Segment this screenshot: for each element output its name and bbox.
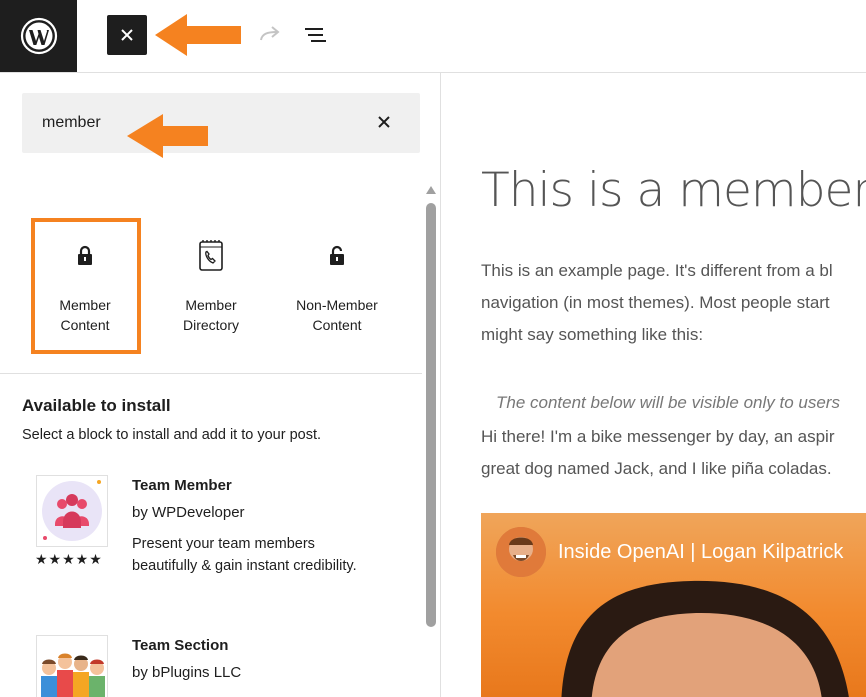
search-input-value[interactable]: member: [42, 114, 101, 132]
plugin-rating-stars: ★★★★★: [35, 551, 103, 567]
available-to-install-heading: Available to install: [22, 396, 171, 415]
directory-book-icon: [199, 240, 223, 271]
plugin-title: Team Member: [132, 477, 232, 494]
team-section-people-icon: [37, 636, 107, 697]
list-view-button[interactable]: [300, 20, 330, 50]
block-label-line: Content: [60, 317, 110, 333]
scrollbar-thumb[interactable]: [426, 203, 436, 627]
plugin-author: by bPlugins LLC: [132, 664, 242, 681]
wordpress-logo-button[interactable]: [0, 0, 77, 72]
close-icon: [121, 29, 133, 41]
plugin-thumbnail: [36, 635, 108, 697]
channel-avatar: [496, 527, 546, 577]
plugin-thumbnail: [36, 475, 108, 547]
block-inserter-panel: member Member Content Member Directory N…: [0, 73, 441, 697]
video-embed[interactable]: Inside OpenAI | Logan Kilpatrick: [481, 513, 866, 697]
team-member-logo-icon: [42, 480, 102, 541]
plugin-description: Present your team members beautifully & …: [132, 536, 357, 574]
avatar-face-icon: [496, 527, 546, 577]
clear-search-button[interactable]: [372, 110, 396, 134]
page-title[interactable]: This is a members-o: [481, 163, 866, 218]
redo-button[interactable]: [255, 20, 285, 50]
paragraph-line[interactable]: might say something like this:: [481, 319, 703, 351]
block-label-line: Directory: [182, 317, 239, 333]
member-content-note[interactable]: The content below will be visible only t…: [496, 387, 840, 419]
plugin-author: by WPDeveloper: [132, 504, 245, 521]
close-icon: [378, 116, 390, 128]
block-label-line: Member: [185, 297, 237, 313]
lock-icon: [78, 245, 92, 265]
annotation-arrow-icon: [155, 14, 241, 56]
scrollbar[interactable]: [424, 183, 438, 697]
block-search-input[interactable]: member: [22, 93, 420, 153]
redo-icon: [260, 26, 280, 41]
block-member-directory[interactable]: Member Directory: [156, 215, 266, 345]
list-view-icon: [305, 28, 326, 42]
available-to-install-description: Select a block to install and add it to …: [22, 427, 322, 443]
paragraph-line[interactable]: Hi there! I'm a bike messenger by day, a…: [481, 421, 834, 453]
paragraph-line[interactable]: navigation (in most themes). Most people…: [481, 287, 830, 319]
triangle-up-icon: [426, 186, 436, 194]
editor-canvas[interactable]: This is a members-o This is an example p…: [441, 73, 866, 697]
annotation-arrow-icon: [127, 114, 208, 158]
scroll-up-arrow[interactable]: [424, 183, 438, 197]
block-non-member-content[interactable]: Non-Member Content: [282, 215, 392, 345]
block-label-line: Non-Member: [296, 297, 378, 313]
paragraph-line[interactable]: This is an example page. It's different …: [481, 255, 833, 287]
block-results: Member Content Member Directory Non-Memb…: [0, 215, 420, 375]
video-thumbnail-face: [561, 580, 849, 697]
block-label-line: Content: [312, 317, 362, 333]
wordpress-logo-icon: [20, 17, 57, 55]
section-divider: [0, 373, 422, 374]
block-label-line: Member: [59, 297, 111, 313]
block-member-content[interactable]: Member Content: [30, 215, 140, 345]
editor-toolbar: [0, 0, 866, 73]
unlock-icon: [330, 245, 344, 265]
video-title: Inside OpenAI | Logan Kilpatrick: [558, 541, 844, 563]
close-inserter-button[interactable]: [107, 15, 147, 55]
paragraph-line[interactable]: great dog named Jack, and I like piña co…: [481, 453, 832, 485]
plugin-title: Team Section: [132, 637, 229, 654]
